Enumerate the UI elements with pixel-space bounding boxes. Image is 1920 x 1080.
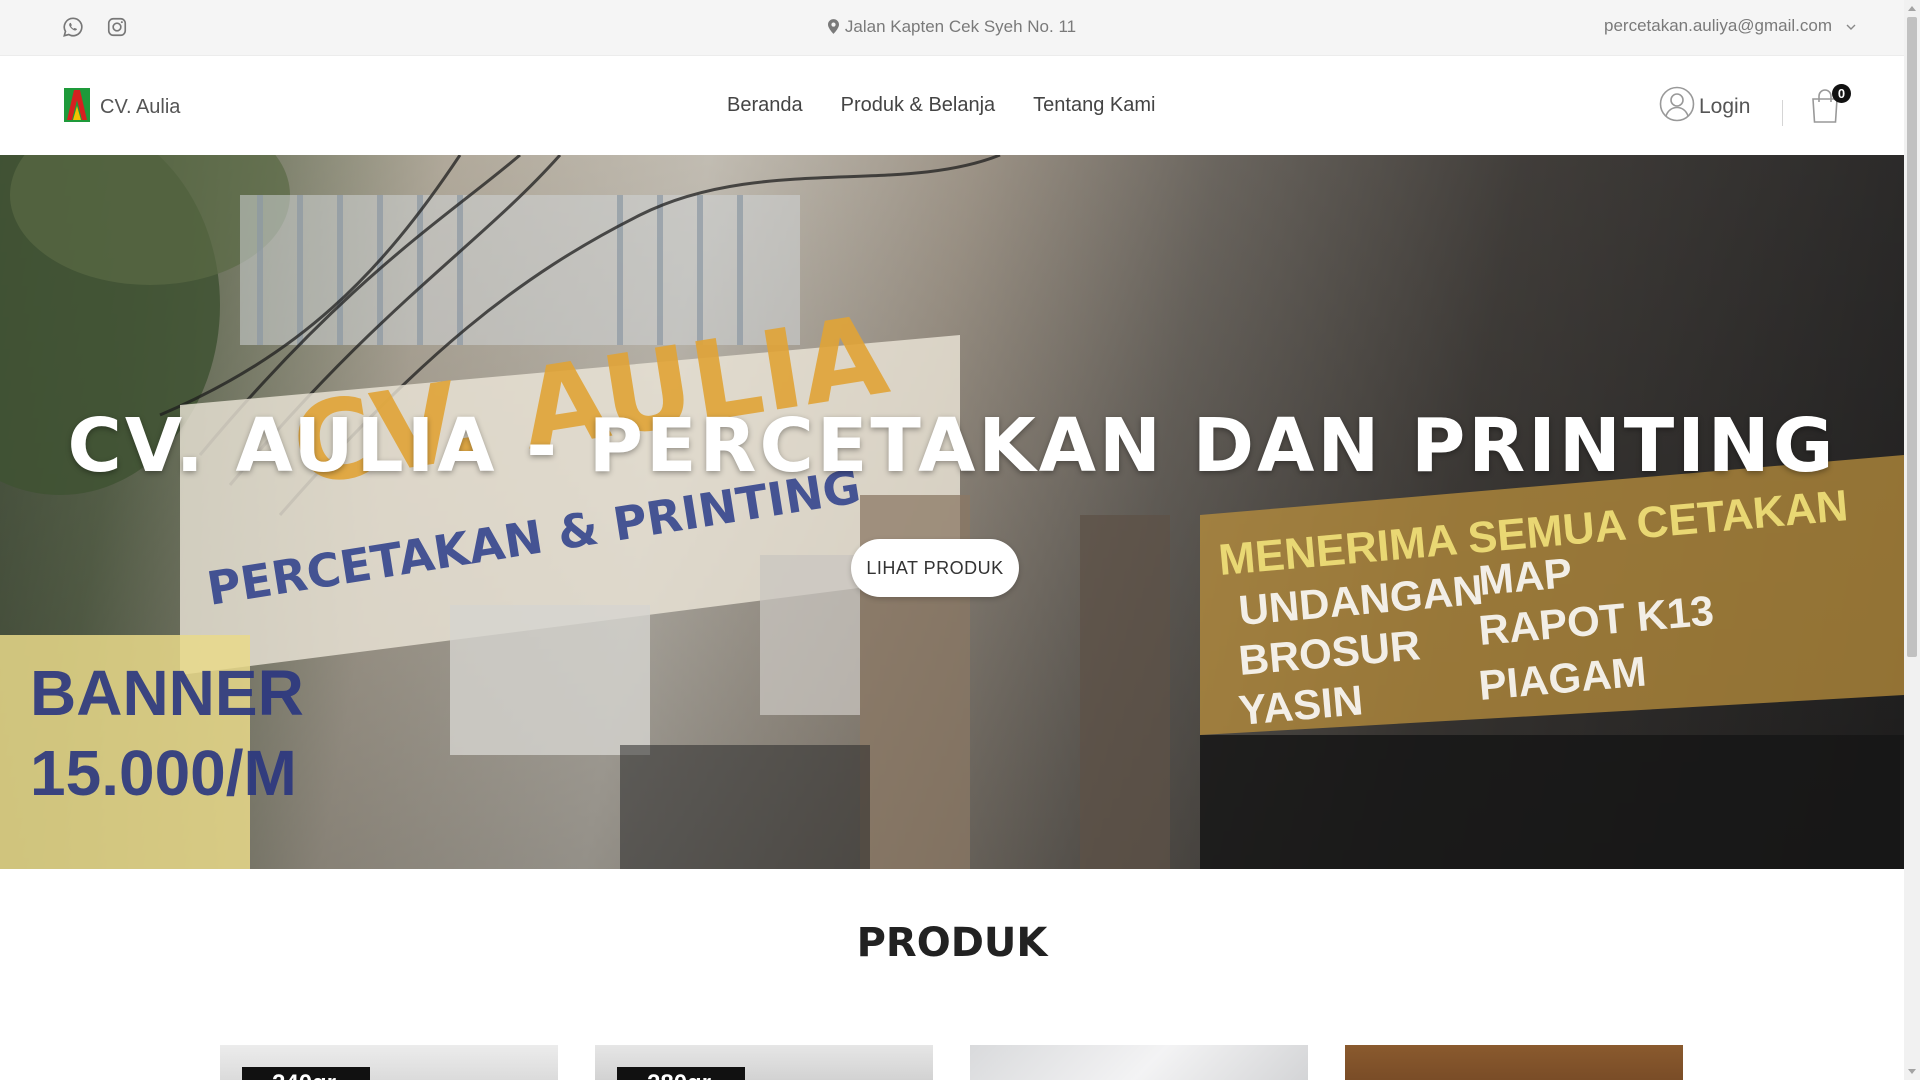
- login-label: Login: [1699, 94, 1751, 118]
- login-button[interactable]: Login: [1659, 86, 1750, 127]
- page: Jalan Kapten Cek Syeh No. 11 percetakan.…: [0, 0, 1904, 1080]
- right-banner-item-4: MAP: [1477, 549, 1574, 604]
- cart-count-badge: 0: [1832, 84, 1851, 103]
- main-header: CV. Aulia Beranda Produk & Belanja Tenta…: [0, 56, 1904, 155]
- chevron-down-icon: [1846, 16, 1856, 36]
- product-card[interactable]: 240gr: [220, 1045, 558, 1080]
- view-products-button[interactable]: LIHAT PRODUK: [851, 539, 1019, 597]
- page-scrollbar[interactable]: [1904, 0, 1920, 1080]
- product-tag: 280gr: [617, 1067, 745, 1080]
- nav-beranda[interactable]: Beranda: [727, 94, 803, 117]
- brand-name: CV. Aulia: [100, 96, 181, 118]
- scroll-up-arrow-icon[interactable]: [1908, 6, 1916, 11]
- scrollbar-thumb[interactable]: [1907, 17, 1917, 657]
- storefront-photo: CV. AULIA PERCETAKAN & PRINTING BANNER 1…: [0, 155, 1904, 869]
- products-section-title: PRODUK: [856, 920, 1048, 966]
- top-bar: Jalan Kapten Cek Syeh No. 11 percetakan.…: [0, 0, 1904, 56]
- hero-banner: CV. AULIA PERCETAKAN & PRINTING BANNER 1…: [0, 155, 1904, 869]
- logo-icon: [64, 88, 90, 127]
- nav-produk-belanja[interactable]: Produk & Belanja: [841, 94, 996, 117]
- left-banner-line-2: 15.000/M: [30, 737, 297, 809]
- product-card[interactable]: 280gr: [595, 1045, 933, 1080]
- left-banner-line-1: BANNER: [30, 657, 304, 729]
- main-nav: Beranda Produk & Belanja Tentang Kami: [727, 94, 1155, 117]
- hero-title: CV. AULIA - PERCETAKAN DAN PRINTING: [67, 403, 1837, 489]
- brand[interactable]: CV. Aulia: [64, 88, 180, 127]
- nav-tentang-kami[interactable]: Tentang Kami: [1033, 94, 1155, 117]
- product-card[interactable]: [1345, 1045, 1683, 1080]
- location-pin-icon: [827, 19, 839, 39]
- product-grid: 240gr 280gr: [220, 1045, 1683, 1080]
- cart-button[interactable]: 0: [1810, 84, 1851, 129]
- address-text: Jalan Kapten Cek Syeh No. 11: [844, 17, 1077, 36]
- product-tag: 240gr: [242, 1067, 370, 1080]
- header-divider: [1782, 100, 1783, 126]
- shopping-bag-icon: [1810, 89, 1840, 128]
- scroll-down-arrow-icon[interactable]: [1908, 1069, 1916, 1074]
- email-text: percetakan.auliya@gmail.com: [1604, 16, 1832, 35]
- product-card[interactable]: [970, 1045, 1308, 1080]
- email-dropdown[interactable]: percetakan.auliya@gmail.com: [1604, 16, 1856, 36]
- user-icon: [1659, 86, 1695, 127]
